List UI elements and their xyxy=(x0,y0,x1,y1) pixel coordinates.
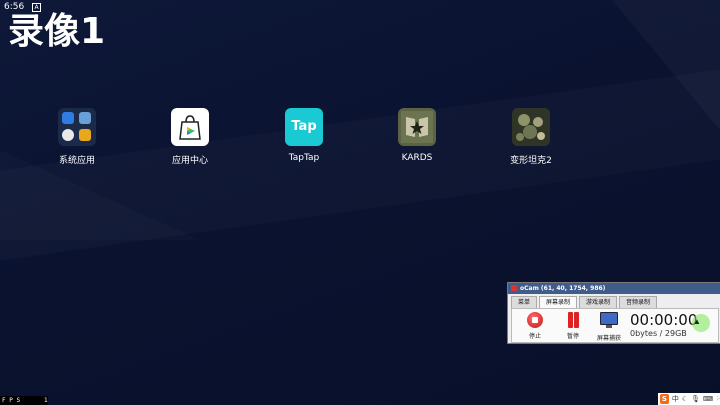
app-label: 变形坦克2 xyxy=(510,156,552,166)
ime-mode[interactable]: 中 xyxy=(672,394,679,404)
ocam-window[interactable]: oCam (61, 40, 1754, 986) 菜单 屏幕录制 游戏录制 音频… xyxy=(507,282,720,344)
pause-icon xyxy=(565,312,581,328)
app-tank-game[interactable]: 变形坦克2 xyxy=(486,108,576,166)
ocam-title: oCam (61, 40, 1754, 986) xyxy=(520,285,606,292)
apps-grid-icon[interactable]: ⁙ xyxy=(716,395,720,403)
record-size: 0bytes / 29GB xyxy=(630,329,687,338)
ocam-tabs: 菜单 屏幕录制 游戏录制 音频录制 xyxy=(508,296,720,308)
fps-label: F P S xyxy=(2,397,21,404)
sogou-ime-icon: S xyxy=(660,394,669,404)
app-label: 应用中心 xyxy=(171,156,208,166)
recording-title: 录像1 xyxy=(8,11,106,52)
monitor-icon xyxy=(600,312,618,328)
pause-label: 暂停 xyxy=(566,333,579,340)
stop-icon xyxy=(527,312,543,328)
screen-capture-button[interactable]: 屏幕捕获 xyxy=(594,312,624,342)
app-taptap[interactable]: Tap TapTap xyxy=(259,108,349,163)
tank-game-icon xyxy=(512,108,550,146)
app-system-apps[interactable]: 系统应用 xyxy=(32,108,122,166)
mouse-cursor-icon: ▲ xyxy=(693,317,701,326)
ime-tray[interactable]: S 中 ☾ 🎙 ⌨ ⁙ xyxy=(658,393,720,405)
record-timer: 00:00:00 xyxy=(630,311,698,329)
fps-counter: F P S 1 xyxy=(0,396,48,405)
app-label: KARDS xyxy=(401,153,433,163)
taptap-icon: Tap xyxy=(285,108,323,146)
app-app-center[interactable]: 应用中心 xyxy=(145,108,235,166)
ocam-panel: 停止 暂停 屏幕捕获 00:00:00 0bytes / 29GB ▲ xyxy=(511,308,719,343)
microphone-icon[interactable]: 🎙 xyxy=(691,395,700,403)
tab-audio-record[interactable]: 音频录制 xyxy=(619,296,658,308)
tab-game-record[interactable]: 游戏录制 xyxy=(579,296,618,308)
system-apps-folder-icon xyxy=(58,108,96,146)
app-label: 系统应用 xyxy=(58,156,95,166)
ocam-logo-icon xyxy=(511,285,517,291)
app-center-bag-icon xyxy=(171,108,209,146)
keyboard-icon[interactable]: ⌨ xyxy=(703,395,713,403)
moon-icon[interactable]: ☾ xyxy=(682,395,688,403)
app-label: TapTap xyxy=(288,153,320,163)
stop-label: 停止 xyxy=(528,333,541,340)
pause-button[interactable]: 暂停 xyxy=(558,312,588,340)
tab-screen-record[interactable]: 屏幕录制 xyxy=(539,296,578,308)
ocam-title-bar[interactable]: oCam (61, 40, 1754, 986) xyxy=(508,283,720,294)
kards-icon xyxy=(398,108,436,146)
stop-button[interactable]: 停止 xyxy=(520,312,550,340)
fps-value: 1 xyxy=(44,397,48,404)
app-kards[interactable]: KARDS xyxy=(372,108,462,163)
screen-capture-label: 屏幕捕获 xyxy=(596,335,621,342)
tab-menu[interactable]: 菜单 xyxy=(511,296,538,308)
